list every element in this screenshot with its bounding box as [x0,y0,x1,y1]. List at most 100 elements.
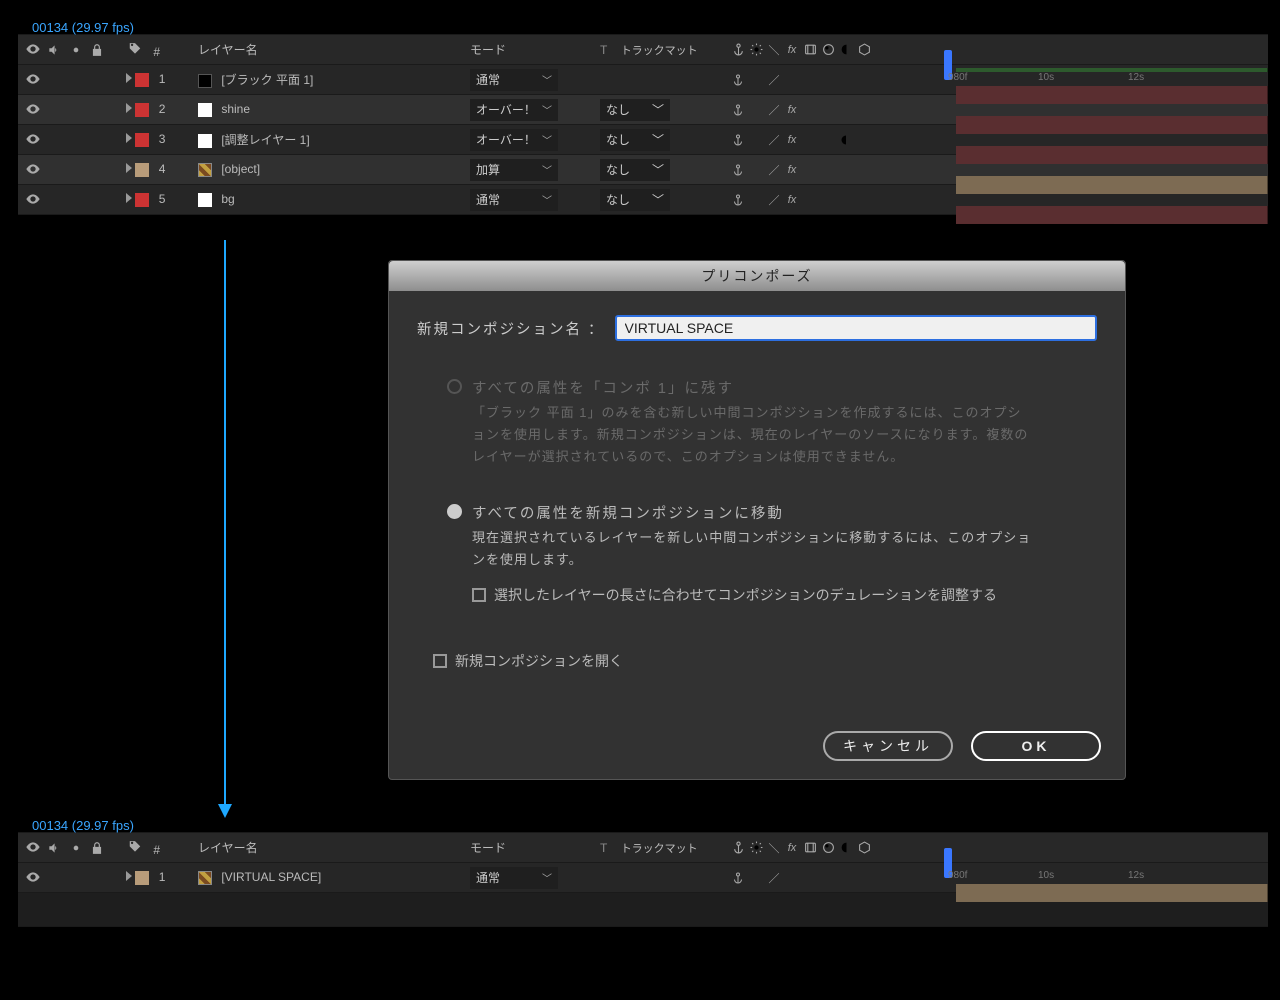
label-swatch[interactable] [135,103,149,117]
label-swatch[interactable] [135,163,149,177]
layer-name[interactable]: [ブラック 平面 1] [221,73,313,87]
sun-icon [748,41,764,59]
layer-bar[interactable] [956,884,1268,902]
mode-column-header: モード [470,43,506,57]
chevron-down-icon: ﹀ [542,102,552,117]
chevron-down-icon: ﹀ [652,131,664,148]
lock-column-icon[interactable] [88,839,106,857]
label-swatch[interactable] [135,133,149,147]
solo-column-icon[interactable] [67,839,85,857]
cancel-button[interactable]: キャンセル [823,731,953,761]
matte-prefix: T [600,43,607,57]
eye-icon[interactable] [24,190,42,208]
label-swatch[interactable] [135,73,149,87]
eye-icon[interactable] [24,100,42,118]
radio-icon[interactable] [447,504,462,519]
lock-column-icon[interactable] [88,41,106,59]
visibility-column-icon[interactable] [24,838,42,856]
anchor-icon [730,71,746,89]
label-swatch[interactable] [135,193,149,207]
anchor-icon [730,101,746,119]
ok-button[interactable]: OK [971,731,1101,761]
track-matte-select[interactable]: なし﹀ [600,189,670,211]
index-column-header: # [153,45,160,59]
label-column-icon[interactable] [126,40,144,58]
anchor-icon [730,161,746,179]
timeline-panel-after: 00134 (29.97 fps) # レイヤー名 モード T トラックマット [18,818,1268,927]
visibility-column-icon[interactable] [24,40,42,58]
radio-icon [447,379,462,394]
blend-mode-select[interactable]: 加算﹀ [470,159,558,181]
blend-mode-select[interactable]: 通常﹀ [470,867,558,889]
adjustment-icon [838,131,854,149]
layer-index: 3 [159,132,166,146]
dialog-title: プリコンポーズ [389,261,1125,291]
switches-column-header: ＼ fx [730,41,938,59]
timeline-header-row: # レイヤー名 モード T トラックマット ＼ fx [18,833,1268,863]
label-column-icon[interactable] [126,838,144,856]
ball-icon [820,839,836,857]
track-matte-select[interactable]: なし﹀ [600,99,670,121]
arrow-down-icon [224,240,226,816]
eye-icon[interactable] [24,868,42,886]
source-chip [198,193,212,207]
option1-desc: 「ブラック 平面 1」のみを含む新しい中間コンポジションを作成するには、このオプ… [472,402,1032,468]
blend-mode-select[interactable]: 通常﹀ [470,69,558,91]
layer-bar[interactable] [956,116,1268,134]
checkbox-icon[interactable] [472,588,486,602]
adjustment-icon [838,839,854,857]
twirl-icon[interactable] [126,72,132,86]
blend-mode-select[interactable]: オーバー！﹀ [470,129,558,151]
track-matte-select[interactable]: なし﹀ [600,159,670,181]
source-chip [198,103,212,117]
matte-column-header: トラックマット [621,843,698,855]
eye-icon[interactable] [24,130,42,148]
blend-mode-select[interactable]: オーバー！﹀ [470,99,558,121]
eye-icon[interactable] [24,70,42,88]
film-icon [802,839,818,857]
audio-column-icon[interactable] [45,839,63,857]
option2-title: すべての属性を新規コンポジションに移動 [472,502,1032,523]
chevron-down-icon: ﹀ [542,162,552,177]
layer-name[interactable]: shine [221,102,250,116]
solo-column-icon[interactable] [67,41,85,59]
checkbox-icon[interactable] [433,654,447,668]
twirl-icon[interactable] [126,102,132,116]
track-matte-select[interactable]: なし﹀ [600,129,670,151]
anchor-icon [730,869,746,887]
layer-index: 2 [159,102,166,116]
layer-bar[interactable] [956,86,1268,104]
new-comp-name-input[interactable] [615,315,1097,341]
layer-bar[interactable] [956,146,1268,164]
chevron-down-icon: ﹀ [652,191,664,208]
layer-bar[interactable] [956,206,1268,224]
chevron-down-icon: ﹀ [652,101,664,118]
layer-name[interactable]: [調整レイヤー 1] [221,133,309,147]
film-icon [802,41,818,59]
timeline-panel-before: 00134 (29.97 fps) # レイヤー名 モード T トラックマット [18,20,1268,215]
layer-name[interactable]: [object] [221,162,260,176]
twirl-icon[interactable] [126,132,132,146]
anchor-icon [730,41,746,59]
chevron-down-icon: ﹀ [542,72,552,87]
source-chip [198,134,212,148]
open-new-comp-check-label[interactable]: 新規コンポジションを開く [455,651,623,671]
adjust-duration-check-label[interactable]: 選択したレイヤーの長さに合わせてコンポジションのデュレーションを調整する [494,585,997,605]
eye-icon[interactable] [24,160,42,178]
twirl-icon[interactable] [126,192,132,206]
layer-bar[interactable] [956,176,1268,194]
twirl-icon[interactable] [126,162,132,176]
switches-column-header: ＼ fx [730,839,938,857]
option-move-attributes[interactable]: すべての属性を新規コンポジションに移動 現在選択されているレイヤーを新しい中間コ… [447,502,1097,621]
blend-mode-select[interactable]: 通常﹀ [470,189,558,211]
layer-row[interactable]: 1 [VIRTUAL SPACE] 通常﹀ ／ [18,863,1268,893]
source-chip [198,74,212,88]
timeline-header-row: # レイヤー名 モード T トラックマット ＼ fx [18,35,1268,65]
layer-name[interactable]: [VIRTUAL SPACE] [221,870,321,884]
audio-column-icon[interactable] [45,41,63,59]
twirl-icon[interactable] [126,870,132,884]
anchor-icon [730,839,746,857]
ball-icon [820,41,836,59]
layer-name[interactable]: bg [221,192,234,206]
label-swatch[interactable] [135,871,149,885]
